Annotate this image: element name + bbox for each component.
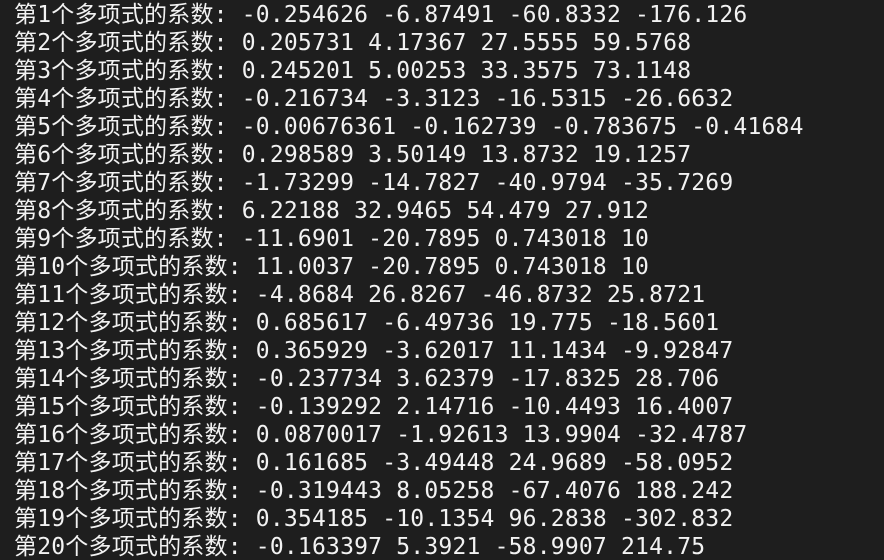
output-line: 第15个多项式的系数: -0.139292 2.14716 -10.4493 1…: [14, 394, 734, 420]
output-line: 第3个多项式的系数: 0.245201 5.00253 33.3575 73.1…: [14, 58, 692, 84]
output-line: 第5个多项式的系数: -0.00676361 -0.162739 -0.7836…: [14, 114, 804, 140]
output-line: 第18个多项式的系数: -0.319443 8.05258 -67.4076 1…: [14, 478, 734, 504]
output-line: 第13个多项式的系数: 0.365929 -3.62017 11.1434 -9…: [14, 338, 734, 364]
output-line: 第1个多项式的系数: -0.254626 -6.87491 -60.8332 -…: [14, 2, 748, 28]
output-line: 第8个多项式的系数: 6.22188 32.9465 54.479 27.912: [14, 198, 650, 224]
output-line: 第6个多项式的系数: 0.298589 3.50149 13.8732 19.1…: [14, 142, 692, 168]
output-line: 第2个多项式的系数: 0.205731 4.17367 27.5555 59.5…: [14, 30, 692, 56]
output-line: 第12个多项式的系数: 0.685617 -6.49736 19.775 -18…: [14, 310, 720, 336]
output-line: 第9个多项式的系数: -11.6901 -20.7895 0.743018 10: [14, 226, 650, 252]
output-line: 第11个多项式的系数: -4.8684 26.8267 -46.8732 25.…: [14, 282, 706, 308]
output-line: 第14个多项式的系数: -0.237734 3.62379 -17.8325 2…: [14, 366, 720, 392]
terminal-output[interactable]: 第1个多项式的系数: -0.254626 -6.87491 -60.8332 -…: [0, 0, 884, 560]
output-line: 第19个多项式的系数: 0.354185 -10.1354 96.2838 -3…: [14, 506, 734, 532]
output-line: 第7个多项式的系数: -1.73299 -14.7827 -40.9794 -3…: [14, 170, 734, 196]
output-line: 第16个多项式的系数: 0.0870017 -1.92613 13.9904 -…: [14, 422, 748, 448]
output-line: 第20个多项式的系数: -0.163397 5.3921 -58.9907 21…: [14, 534, 706, 560]
output-line: 第4个多项式的系数: -0.216734 -3.3123 -16.5315 -2…: [14, 86, 734, 112]
output-line: 第17个多项式的系数: 0.161685 -3.49448 24.9689 -5…: [14, 450, 734, 476]
output-line: 第10个多项式的系数: 11.0037 -20.7895 0.743018 10: [14, 254, 650, 280]
